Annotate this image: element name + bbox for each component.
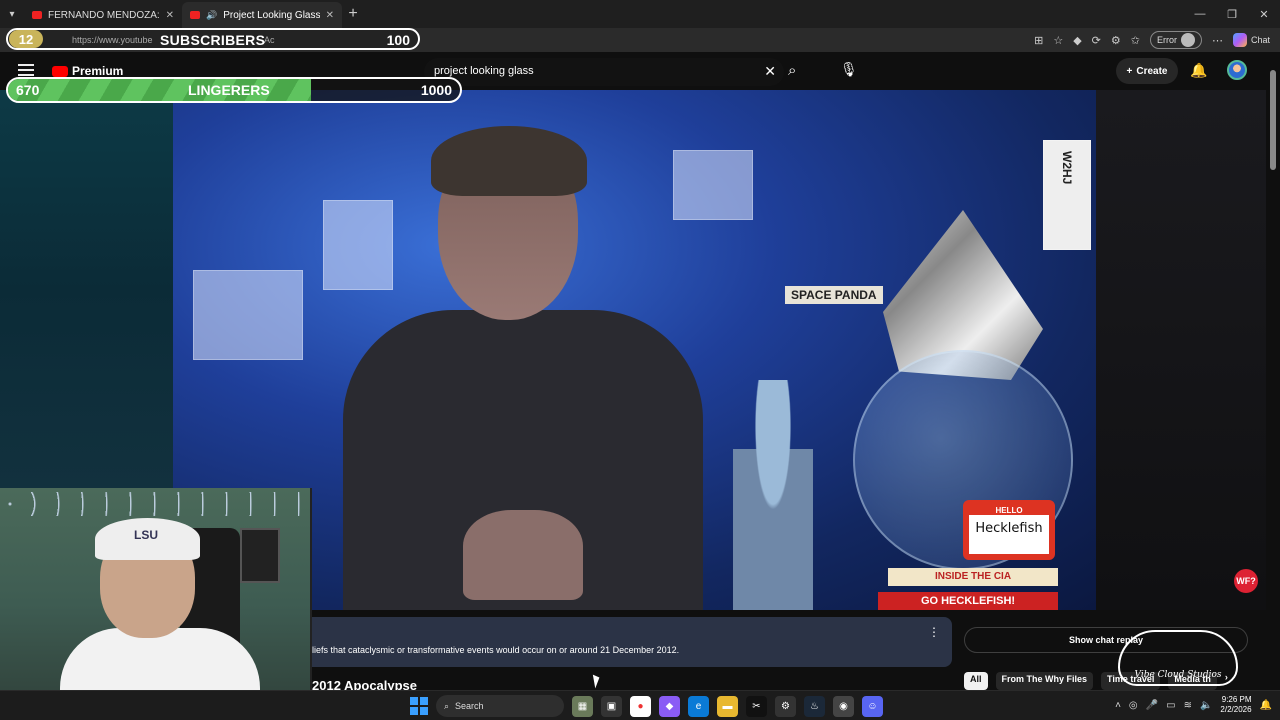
wall-paper [193,270,303,360]
youtube-favicon-icon [32,11,42,19]
more-menu-icon[interactable]: ⋯ [1212,34,1223,47]
close-tab-icon[interactable]: ✕ [166,10,174,21]
clear-search-icon[interactable]: ✕ [764,63,776,80]
lingerer-goal: 1000 [420,82,452,98]
taskbar-search[interactable]: ⌕ Search [436,695,564,717]
callsign-sign: W2HJ [1043,140,1091,250]
presenter [323,110,723,610]
tray-network-icon[interactable]: ▭ [1166,700,1175,711]
webcam-overlay: LSU [0,488,312,720]
youtube-play-icon [52,65,68,77]
chip-from-channel[interactable]: From The Why Files [995,672,1094,690]
search-query: project looking glass [434,65,534,77]
copilot-chat-button[interactable]: Chat [1232,33,1270,47]
subscriber-goal-overlay: 12 https://www.youtube Ac SUBSCRIBERS 10… [6,28,420,50]
chip-all[interactable]: All [964,672,988,690]
windows-taskbar: ⌕ Search ▦ ▣ ● ◆ e ▬ ✂ ⚙ ♨ ◉ ☺ ˄ ◎ 🎤 ▭ ≋… [0,690,1280,720]
lingerer-label: LINGERERS [188,82,270,98]
left-backdrop [0,90,173,488]
tray-mic-icon[interactable]: 🎤 [1146,700,1158,711]
app-icon[interactable]: ⚙ [775,695,796,717]
lingerer-count: 670 [16,82,40,98]
new-tab-icon[interactable]: + [342,5,364,23]
browser-toolbar-icons: ⊞ ☆ ◆ ⟳ ⚙ ✩ Error ⋯ Chat [1034,28,1280,52]
extension-icon[interactable]: ⟳ [1092,34,1101,47]
steam-icon[interactable]: ♨ [804,695,825,717]
window-controls: — ❐ ✕ [1184,0,1280,28]
mouse-cursor [592,673,602,689]
system-clock[interactable]: 9:26 PM 2/2/2026 [1220,695,1251,715]
discord-icon[interactable]: ☺ [862,695,883,717]
restore-icon[interactable]: ❐ [1216,0,1248,28]
cap-logo-text: LSU [134,528,158,542]
search-input[interactable]: project looking glass ✕ [424,58,784,86]
browser-tab-2[interactable]: 🔊 Project Looking Glass | The Tr ✕ [182,2,342,28]
close-window-icon[interactable]: ✕ [1248,0,1280,28]
favorite-star-icon[interactable]: ☆ [1053,34,1063,47]
search-icon: ⌕ [444,700,450,711]
video-description[interactable]: liefs that cataclysmic or transformative… [312,617,952,667]
tab-list-chevron-icon[interactable]: ▾ [0,9,24,20]
channel-badge[interactable]: WF? [1234,569,1258,593]
wall-poster [240,528,280,583]
chrome-icon[interactable]: ● [630,695,651,717]
minimize-icon[interactable]: — [1184,0,1216,28]
book-spine: INSIDE THE CIA [888,568,1058,586]
subscriber-label: SUBSCRIBERS [160,32,266,48]
page-scrollbar[interactable] [1270,60,1278,680]
favorites-icon[interactable]: ✩ [1131,34,1140,47]
widgets-icon[interactable]: ▦ [572,695,593,717]
account-avatar[interactable] [1227,60,1247,80]
alien-figure [733,380,813,610]
tab-label: FERNANDO MENDOZA: Sundae C [48,9,160,21]
browser-tab-bar: ▾ FERNANDO MENDOZA: Sundae C ✕ 🔊 Project… [0,0,1280,28]
create-button[interactable]: + Create [1116,58,1178,84]
url-text[interactable]: https://www.youtube [72,35,153,45]
system-tray: ˄ ◎ 🎤 ▭ ≋ 🔈 9:26 PM 2/2/2026 🔔 [1115,695,1272,715]
obs-icon[interactable]: ◉ [833,695,854,717]
profile-avatar [1180,33,1195,47]
notifications-icon[interactable]: 🔔 [1260,700,1272,711]
nametag-sign: HELLO Hecklefish [963,500,1055,560]
task-view-icon[interactable]: ▣ [601,695,622,717]
space-panda-poster: SPACE PANDA [785,286,883,304]
subscriber-goal: 100 [386,32,410,48]
more-options-icon[interactable]: ⋮ [928,625,940,639]
tab-label: Project Looking Glass | The Tr [223,9,320,21]
plus-icon: + [1126,65,1133,77]
speaker-icon[interactable]: 🔊 [206,10,217,21]
banner-sign: GO HECKLEFISH! [878,592,1058,610]
youtube-favicon-icon [190,11,200,19]
description-text: liefs that cataclysmic or transformative… [312,645,680,655]
tray-app-icon[interactable]: ◎ [1129,700,1138,711]
tray-chevron-up-icon[interactable]: ˄ [1115,700,1121,711]
copilot-icon [1232,33,1247,47]
windows-start-icon[interactable] [410,697,428,715]
notifications-bell-icon[interactable]: 🔔 [1190,62,1207,79]
right-backdrop [1096,90,1266,610]
url-tail: Ac [264,35,275,45]
tray-wifi-icon[interactable]: ≋ [1184,700,1192,711]
browser-tab-1[interactable]: FERNANDO MENDOZA: Sundae C ✕ [24,2,182,28]
copilot-icon[interactable]: ◆ [659,695,680,717]
youtube-logo[interactable]: Premium [52,64,123,78]
extensions-puzzle-icon[interactable]: ⚙ [1111,34,1121,47]
profile-error-button[interactable]: Error [1149,31,1202,49]
app-available-icon[interactable]: ⊞ [1034,34,1043,47]
file-explorer-icon[interactable]: ▬ [717,695,738,717]
tray-volume-icon[interactable]: 🔈 [1200,700,1212,711]
microphone-icon[interactable]: 🎙 [840,61,858,78]
close-tab-icon[interactable]: ✕ [326,10,334,21]
lingerer-goal-overlay: 670 LINGERERS 1000 [6,77,462,103]
edge-icon[interactable]: e [688,695,709,717]
string-lights [0,492,310,516]
search-icon[interactable]: ⌕ [788,62,796,79]
capcut-icon[interactable]: ✂ [746,695,767,717]
subscriber-count: 12 [9,30,43,48]
extension-diamond-icon[interactable]: ◆ [1073,34,1081,47]
studio-watermark: Vibe Cloud Studios [1118,630,1238,686]
